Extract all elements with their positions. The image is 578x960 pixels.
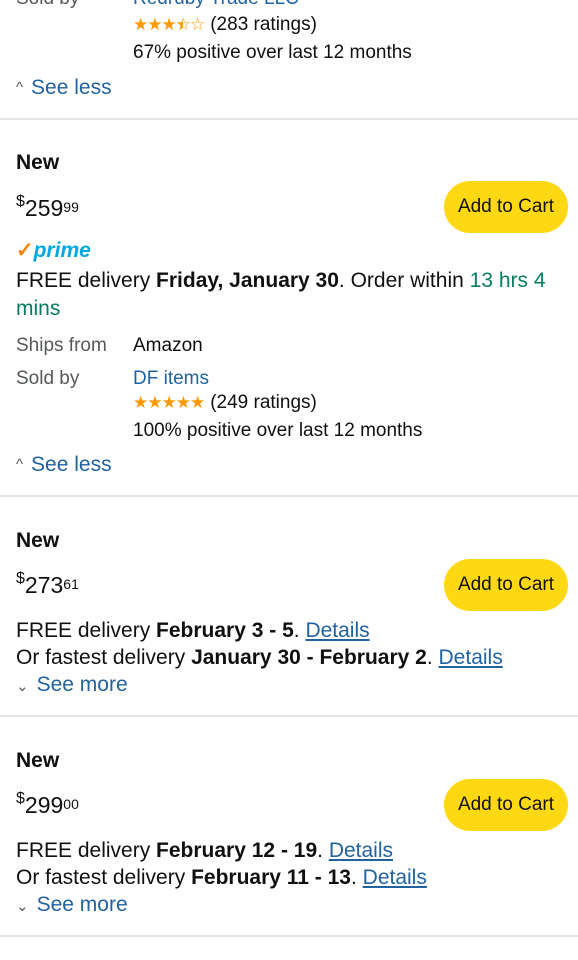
seller-link[interactable]: Redruby Trade LLC: [133, 0, 299, 10]
offer-condition: New: [16, 749, 60, 772]
offer-price: $27361: [16, 570, 79, 598]
section-divider: [0, 715, 578, 717]
section-divider: [0, 935, 578, 937]
seller-link[interactable]: DF items: [133, 368, 209, 390]
prime-badge: ✓prime: [16, 239, 91, 262]
details-link[interactable]: Details: [329, 839, 393, 862]
offer-price: $29900: [16, 790, 79, 818]
delivery-info: FREE delivery Friday, January 30. Order …: [16, 269, 546, 320]
star-rating-icon: ★★★☆★☆: [133, 15, 205, 34]
ships-from-value: Amazon: [133, 335, 203, 356]
sold-by-label: Sold by: [16, 368, 80, 389]
see-more-toggle[interactable]: ⌄ See more: [16, 893, 128, 917]
star-rating-icon: ★★★★★: [133, 393, 205, 412]
seller-rating[interactable]: ★★★★★ (249 ratings): [133, 392, 317, 414]
section-divider: [0, 495, 578, 497]
sold-by-label: Sold by: [16, 0, 79, 10]
see-less-toggle[interactable]: ^ See less: [16, 76, 112, 100]
chevron-up-icon: ^: [16, 456, 24, 473]
prime-check-icon: ✓: [16, 239, 34, 262]
positive-feedback: 67% positive over last 12 months: [133, 42, 412, 63]
positive-feedback: 100% positive over last 12 months: [133, 420, 423, 441]
offer-price: $25999: [16, 193, 79, 221]
add-to-cart-button[interactable]: Add to Cart: [444, 779, 568, 831]
seller-rating[interactable]: ★★★☆★☆ (283 ratings): [133, 14, 317, 36]
offer-condition: New: [16, 529, 60, 552]
ratings-count: (249 ratings): [210, 392, 317, 413]
delivery-info: FREE delivery February 3 - 5. Details: [16, 619, 370, 642]
fastest-delivery-info: Or fastest delivery February 11 - 13. De…: [16, 866, 427, 889]
add-to-cart-button[interactable]: Add to Cart: [444, 559, 568, 611]
ratings-count: (283 ratings): [210, 14, 317, 35]
ships-from-label: Ships from: [16, 335, 107, 356]
delivery-info: FREE delivery February 12 - 19. Details: [16, 839, 394, 862]
add-to-cart-button[interactable]: Add to Cart: [444, 181, 568, 233]
details-link[interactable]: Details: [439, 646, 503, 669]
offer-condition: New: [16, 151, 60, 174]
details-link[interactable]: Details: [305, 619, 369, 642]
fastest-delivery-info: Or fastest delivery January 30 - Februar…: [16, 646, 503, 669]
chevron-down-icon: ⌄: [16, 898, 29, 915]
see-more-toggle[interactable]: ⌄ See more: [16, 673, 128, 697]
see-less-toggle[interactable]: ^ See less: [16, 453, 112, 477]
chevron-up-icon: ^: [16, 79, 24, 96]
chevron-down-icon: ⌄: [16, 678, 29, 695]
section-divider: [0, 118, 578, 120]
details-link[interactable]: Details: [363, 866, 427, 889]
